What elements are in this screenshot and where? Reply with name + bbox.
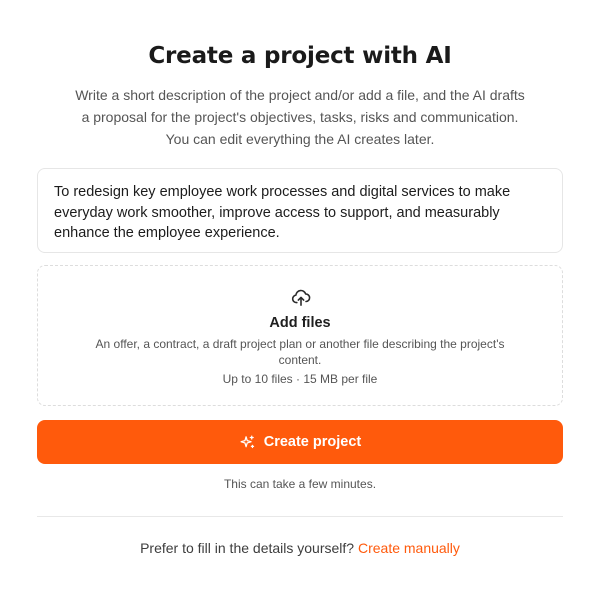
page-title: Create a project with AI (148, 43, 452, 69)
project-description-input[interactable]: To redesign key employee work processes … (37, 168, 563, 253)
file-dropzone[interactable]: Add files An offer, a contract, a draft … (37, 265, 563, 406)
intro-text: Write a short description of the project… (75, 87, 525, 147)
manual-create-footer: Prefer to fill in the details yourself? … (37, 538, 563, 558)
cloud-upload-icon (291, 289, 311, 306)
sparkles-icon (240, 434, 254, 448)
manual-create-prompt: Prefer to fill in the details yourself? (140, 540, 355, 556)
file-limits-text: Up to 10 files · 15 MB per file (222, 372, 378, 386)
create-project-label: Create project (263, 434, 362, 450)
create-project-button[interactable]: Create project (37, 420, 563, 464)
add-files-description: An offer, a contract, a draft project pl… (95, 337, 505, 367)
create-manually-link[interactable]: Create manually (358, 540, 460, 556)
add-files-label: Add files (269, 315, 331, 331)
duration-hint: This can take a few minutes. (223, 477, 377, 491)
divider (37, 516, 563, 517)
